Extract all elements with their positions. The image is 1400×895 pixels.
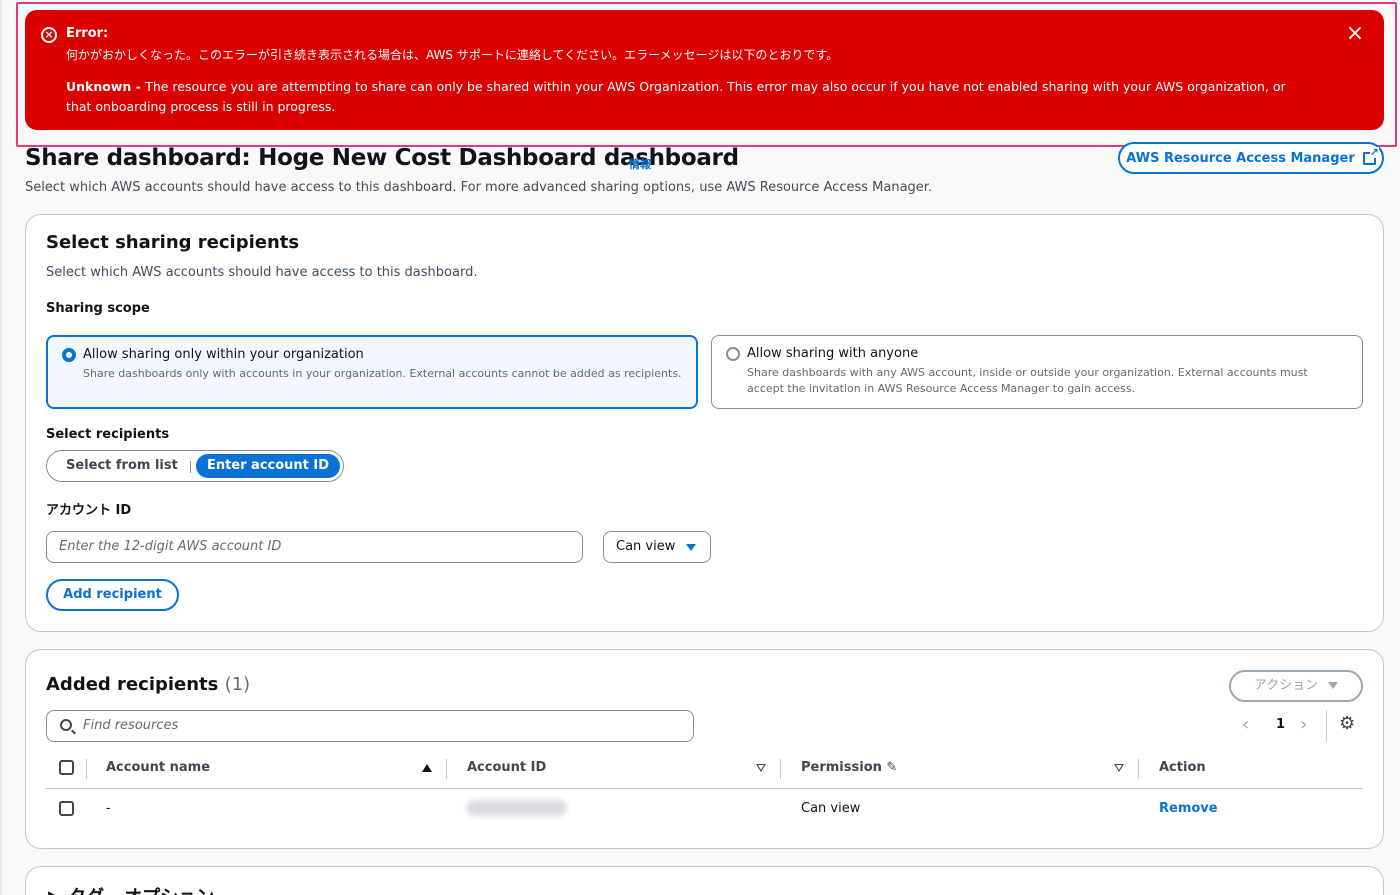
column-header-account-id[interactable]: Account ID	[467, 760, 546, 775]
column-divider	[446, 759, 447, 779]
added-recipients-title: Added recipients (1)	[46, 674, 250, 695]
sort-icon[interactable]	[1114, 764, 1124, 772]
scope-tile-anyone[interactable]: Allow sharing with anyone Share dashboar…	[711, 335, 1363, 409]
section-title: Select sharing recipients	[46, 232, 300, 253]
permission-select[interactable]: Can view	[603, 531, 711, 563]
find-resources-input[interactable]: Find resources	[46, 710, 694, 742]
recipient-mode-segmented-control: Select from list Enter account ID	[46, 450, 344, 482]
added-recipients-title-text: Added recipients	[46, 674, 219, 695]
segment-enter-account-id[interactable]: Enter account ID	[196, 454, 340, 478]
permission-header-text: Permission	[801, 760, 882, 775]
window-edge	[0, 0, 2, 895]
scope-option-description: Share dashboards only with accounts in y…	[83, 367, 682, 380]
sort-ascending-icon[interactable]	[422, 764, 432, 772]
cell-account-id-redacted	[467, 800, 567, 816]
account-id-input[interactable]: Enter the 12-digit AWS account ID	[46, 531, 583, 563]
add-recipient-button[interactable]: Add recipient	[46, 579, 179, 611]
actions-label: アクション	[1253, 678, 1319, 693]
tags-expander[interactable]: ▶ タグ - オプション	[48, 883, 214, 895]
info-link[interactable]: 情報	[629, 156, 651, 172]
segment-divider	[190, 461, 191, 473]
added-recipients-container: Added recipients (1) アクション Find resource…	[25, 649, 1384, 849]
edit-pencil-icon: ✎	[886, 760, 898, 775]
sort-icon[interactable]	[756, 764, 766, 772]
actions-dropdown-button[interactable]: アクション	[1229, 670, 1363, 702]
column-header-account-name[interactable]: Account name	[106, 760, 210, 775]
caret-down-icon	[1328, 682, 1339, 689]
select-all-checkbox[interactable]	[59, 760, 74, 775]
cell-account-name: -	[106, 801, 111, 816]
segment-select-from-list[interactable]: Select from list	[66, 458, 178, 473]
chevron-right-icon[interactable]: ›	[1300, 714, 1307, 735]
page-number[interactable]: 1	[1276, 717, 1285, 732]
permission-select-value: Can view	[616, 539, 676, 554]
tags-container: ▶ タグ - オプション	[25, 866, 1384, 895]
search-placeholder: Find resources	[83, 718, 179, 733]
scope-option-label: Allow sharing with anyone	[747, 346, 919, 361]
account-id-label: アカウント ID	[46, 503, 132, 518]
scope-tile-organization[interactable]: Allow sharing only within your organizat…	[46, 335, 698, 409]
cell-permission[interactable]: Can view	[801, 801, 860, 816]
external-link-icon	[1362, 146, 1379, 165]
remove-link[interactable]: Remove	[1159, 801, 1218, 816]
caret-right-icon: ▶	[48, 887, 68, 895]
column-divider	[780, 759, 781, 779]
row-checkbox[interactable]	[59, 801, 74, 816]
caret-down-icon	[686, 544, 696, 551]
pager-divider	[1326, 710, 1327, 742]
scope-option-description: Share dashboards with any AWS account, i…	[747, 366, 1308, 395]
gear-icon[interactable]: ⚙	[1339, 713, 1355, 734]
column-divider	[86, 759, 87, 779]
radio-unselected[interactable]	[726, 347, 740, 361]
column-header-action: Action	[1159, 760, 1206, 775]
sharing-scope-label: Sharing scope	[46, 301, 150, 316]
scope-option-label: Allow sharing only within your organizat…	[83, 347, 364, 362]
added-recipients-count: (1)	[224, 674, 251, 695]
chevron-left-icon[interactable]: ‹	[1242, 714, 1249, 735]
pagination: ‹ 1 › ⚙	[1242, 710, 1362, 742]
table-header-divider	[46, 788, 1363, 789]
highlight-frame	[16, 2, 1397, 147]
section-description: Select which AWS accounts should have ac…	[46, 265, 478, 280]
page-description: Select which AWS accounts should have ac…	[25, 180, 933, 195]
ram-button[interactable]: AWS Resource Access Manager	[1118, 142, 1384, 174]
column-divider	[1138, 759, 1139, 779]
sharing-recipients-container: Select sharing recipients Select which A…	[25, 214, 1384, 632]
ram-button-label: AWS Resource Access Manager	[1126, 150, 1355, 166]
radio-selected[interactable]	[62, 348, 76, 362]
tags-title: タグ - オプション	[68, 887, 214, 895]
search-icon	[60, 719, 72, 731]
select-recipients-label: Select recipients	[46, 427, 170, 442]
column-header-permission[interactable]: Permission ✎	[801, 760, 897, 775]
